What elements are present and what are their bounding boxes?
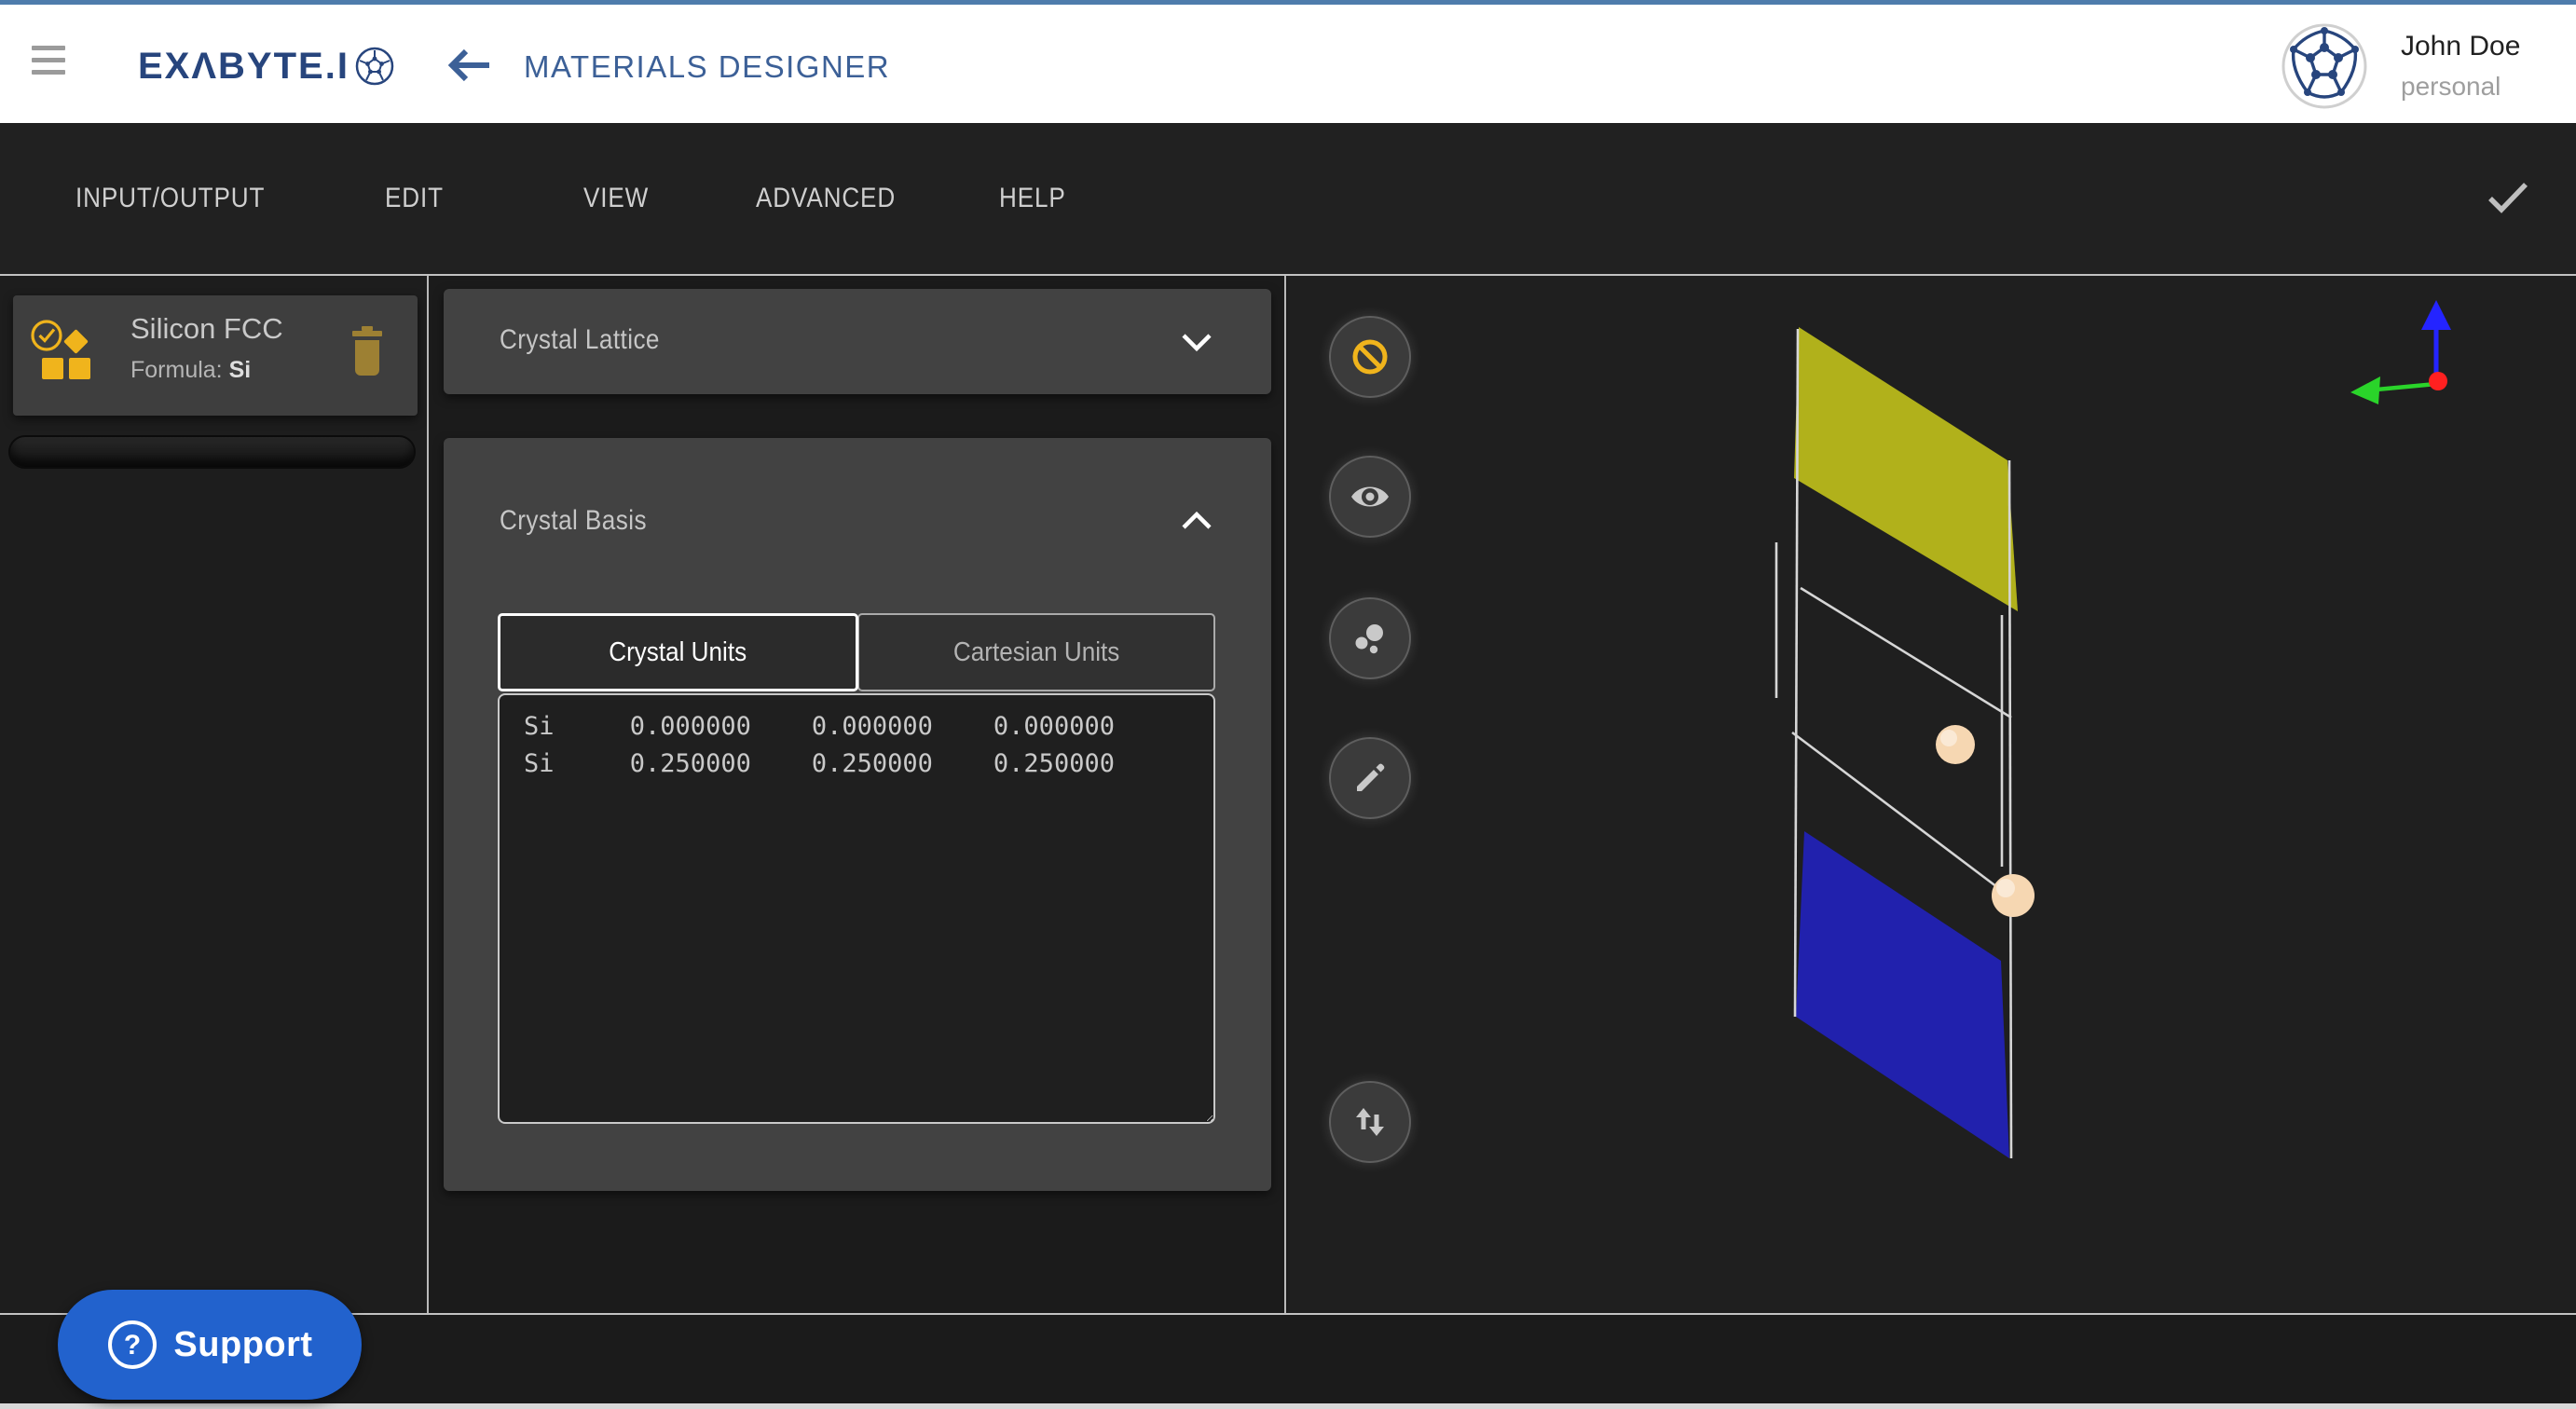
tab-cartesian-units[interactable]: Cartesian Units: [857, 613, 1216, 691]
crystal-lattice-card[interactable]: Crystal Lattice: [444, 289, 1271, 394]
crystal-top-face: [1794, 327, 2018, 611]
crystal-basis-title: Crystal Basis: [500, 505, 669, 537]
material-set-icon: [30, 320, 91, 390]
user-account: personal: [2401, 72, 2501, 102]
support-button-label: Support: [173, 1325, 312, 1365]
silicon-atom: [1936, 725, 1975, 764]
import-export-button[interactable]: [1329, 1081, 1411, 1163]
atoms-icon: [1349, 617, 1391, 660]
page-title: MATERIALS DESIGNER: [524, 49, 890, 85]
material-formula: Formula: Si: [130, 357, 251, 384]
app-header: EXΛBYTE.I MATERIALS DESIGNER: [0, 0, 2576, 123]
chevron-down-icon[interactable]: [1180, 332, 1213, 352]
atoms-tool-button[interactable]: [1329, 597, 1411, 679]
z-axis-arrowhead: [2421, 300, 2451, 330]
y-axis-arrowhead: [2350, 376, 2380, 404]
delete-material-icon[interactable]: [349, 323, 386, 377]
silicon-atom: [1992, 874, 2035, 917]
exabyte-logo[interactable]: EXΛBYTE.I: [138, 40, 394, 92]
axes-widget: [2350, 300, 2451, 404]
viewer-3d-panel: [1288, 276, 2576, 1313]
pencil-icon: [1350, 758, 1391, 799]
material-list-item[interactable]: Silicon FCC Formula: Si: [13, 295, 418, 416]
svg-text:?: ?: [124, 1330, 141, 1361]
crystal-basis-card: Crystal Basis Crystal Units Cartesian Un…: [444, 438, 1271, 1191]
ban-icon: [1350, 336, 1391, 377]
exabyte-logo-text: EXΛBYTE.I: [138, 40, 349, 92]
help-circle-icon: ?: [106, 1319, 158, 1371]
import-export-icon: [1350, 1101, 1391, 1142]
eye-icon: [1349, 475, 1391, 518]
materials-designer-app: EXΛBYTE.I MATERIALS DESIGNER: [0, 0, 2576, 1409]
tab-crystal-units[interactable]: Crystal Units: [498, 613, 858, 691]
user-name: John Doe: [2401, 31, 2520, 62]
chevron-up-icon[interactable]: [1180, 511, 1213, 531]
support-button[interactable]: ? Support: [58, 1290, 362, 1400]
atom-highlight: [1940, 730, 1957, 746]
bottom-bar: [0, 1315, 2576, 1403]
basis-units-tabs: Crystal Units Cartesian Units: [498, 613, 1215, 691]
user-avatar[interactable]: [2281, 23, 2367, 109]
back-arrow-icon[interactable]: [445, 48, 492, 83]
atom-highlight: [1996, 879, 2015, 897]
main-menubar: INPUT/OUTPUT EDIT VIEW ADVANCED HELP: [0, 123, 2576, 274]
menu-item-input-output[interactable]: INPUT/OUTPUT: [75, 183, 294, 214]
y-axis: [2377, 384, 2436, 390]
soccer-ball-icon: [355, 47, 394, 86]
basis-coordinates-input[interactable]: Si 0.000000 0.000000 0.000000 Si 0.25000…: [498, 693, 1215, 1124]
menu-item-help[interactable]: HELP: [999, 183, 1076, 214]
deselect-tool-button[interactable]: [1329, 316, 1411, 398]
silicon-atoms: [1936, 725, 2035, 917]
x-axis-dot: [2429, 372, 2447, 390]
wireframe-line: [1801, 588, 2011, 718]
viewer-canvas[interactable]: [1288, 276, 2576, 1313]
crystal-bottom-face: [1796, 831, 2009, 1158]
hamburger-menu-icon[interactable]: [32, 46, 65, 77]
source-editor-panel: Crystal Lattice Crystal Basis Crystal Un…: [429, 276, 1286, 1313]
bottom-edge-strip: [0, 1403, 2576, 1409]
save-check-icon[interactable]: [2487, 181, 2529, 214]
edit-tool-button[interactable]: [1329, 737, 1411, 819]
menu-item-edit[interactable]: EDIT: [385, 183, 452, 214]
menu-item-view[interactable]: VIEW: [583, 183, 659, 214]
materials-scroll-track[interactable]: [8, 435, 416, 469]
menu-item-advanced[interactable]: ADVANCED: [756, 183, 916, 214]
crystal-lattice-title: Crystal Lattice: [500, 324, 684, 356]
material-name: Silicon FCC: [130, 312, 283, 346]
wireframe-line: [1795, 329, 1798, 1017]
visibility-tool-button[interactable]: [1329, 456, 1411, 538]
materials-sidebar: Silicon FCC Formula: Si: [0, 276, 429, 1313]
